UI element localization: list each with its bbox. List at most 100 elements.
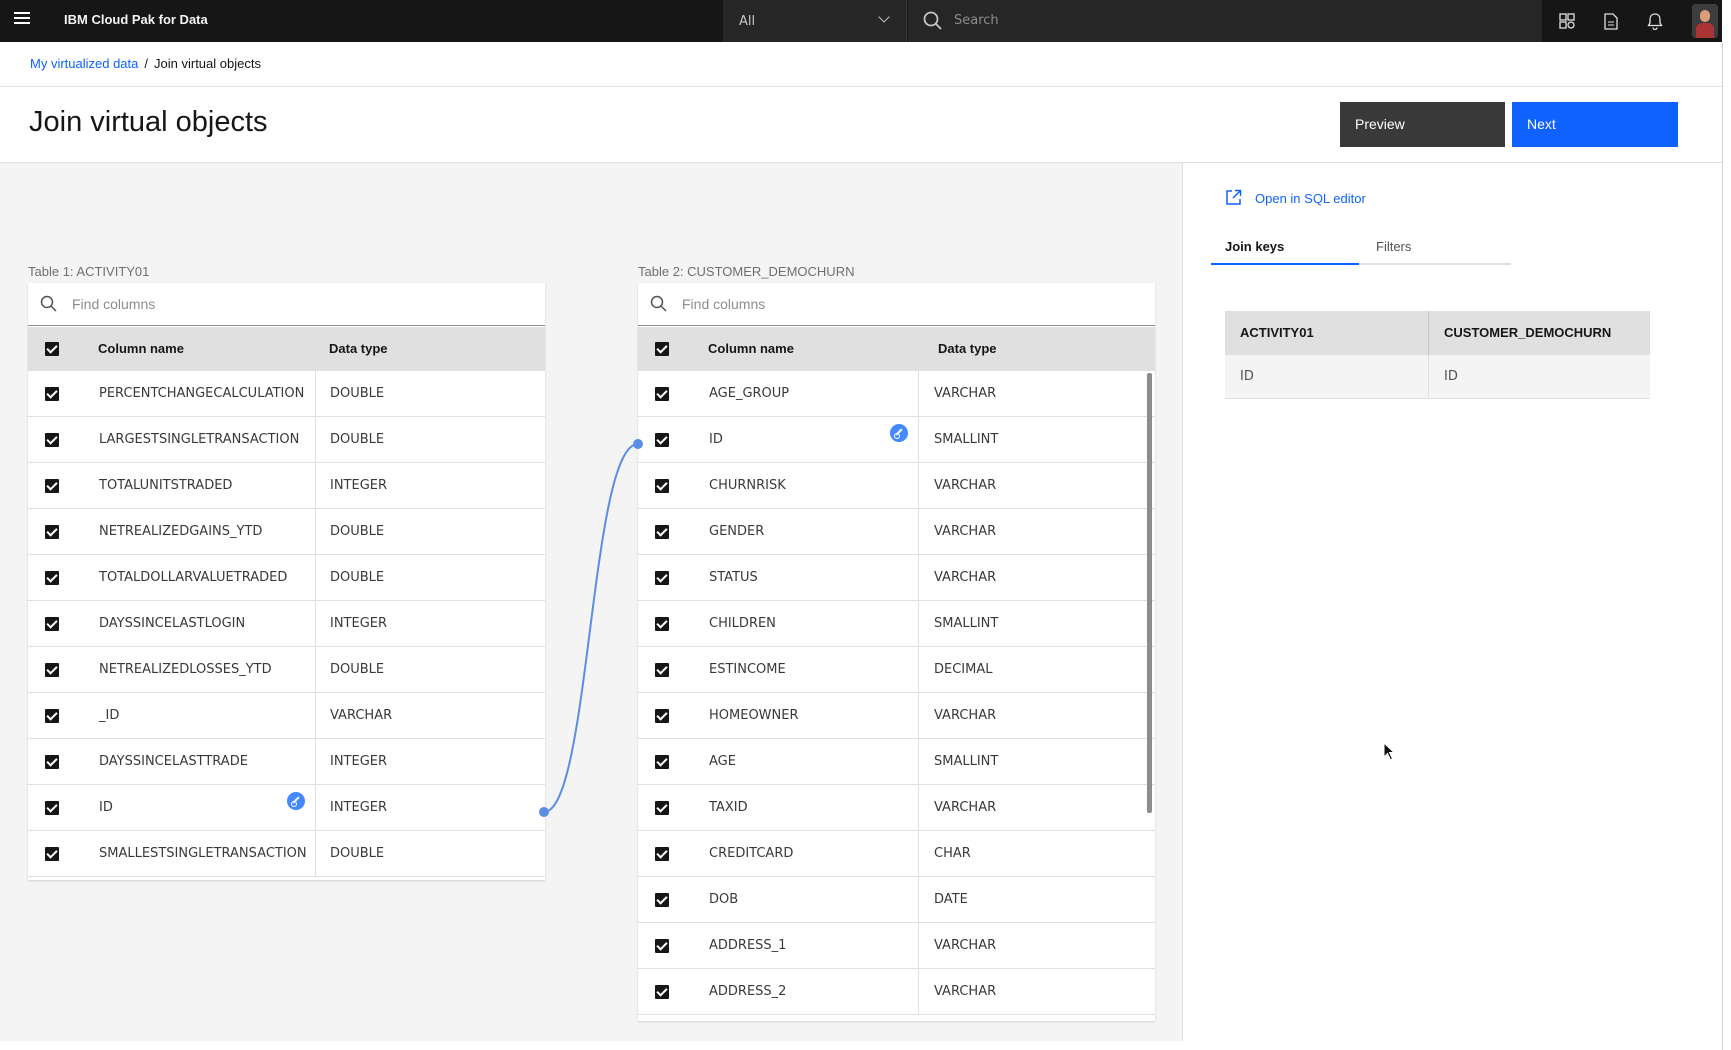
column-name-cell: LARGESTSINGLETRANSACTION: [99, 432, 300, 447]
table-row[interactable]: NETREALIZEDLOSSES_YTD DOUBLE: [28, 647, 545, 693]
table-row[interactable]: LARGESTSINGLETRANSACTION DOUBLE: [28, 417, 545, 463]
active-tab-indicator: [1211, 263, 1359, 265]
table-row[interactable]: ESTINCOME DECIMAL: [638, 647, 1155, 693]
table-row[interactable]: DAYSSINCELASTTRADE INTEGER: [28, 739, 545, 785]
page-scrollbar[interactable]: [1722, 42, 1731, 1050]
catalog-icon[interactable]: [1545, 0, 1589, 42]
row-checkbox[interactable]: [45, 433, 59, 447]
table-row[interactable]: CHURNRISK VARCHAR: [638, 463, 1155, 509]
table-row[interactable]: DAYSSINCELASTLOGIN INTEGER: [28, 601, 545, 647]
row-checkbox[interactable]: [45, 617, 59, 631]
breadcrumb-current: Join virtual objects: [154, 56, 261, 71]
row-checkbox[interactable]: [655, 479, 669, 493]
breadcrumb: My virtualized data / Join virtual objects: [30, 56, 261, 71]
table2-select-all-checkbox[interactable]: [655, 342, 669, 356]
table-row[interactable]: TAXID VARCHAR: [638, 785, 1155, 831]
menu-icon[interactable]: [14, 12, 30, 28]
row-checkbox[interactable]: [45, 663, 59, 677]
table2-data-type-header[interactable]: Data type: [938, 341, 997, 356]
table2-scrollbar[interactable]: [1147, 373, 1152, 813]
tab-join-keys[interactable]: Join keys: [1225, 239, 1284, 254]
user-avatar[interactable]: [1692, 4, 1718, 38]
global-search-input[interactable]: Search: [908, 0, 1542, 42]
row-checkbox[interactable]: [45, 755, 59, 769]
row-checkbox[interactable]: [45, 525, 59, 539]
table2-column-name-header[interactable]: Column name: [708, 341, 794, 356]
column-name-cell: GENDER: [709, 524, 765, 539]
data-type-cell: VARCHAR: [934, 570, 997, 585]
row-checkbox[interactable]: [655, 801, 669, 815]
table2-find-columns-input[interactable]: Find columns: [638, 283, 1155, 326]
app-title[interactable]: IBM Cloud Pak for Data: [64, 12, 208, 27]
table-row[interactable]: GENDER VARCHAR: [638, 509, 1155, 555]
data-type-cell: DECIMAL: [934, 662, 993, 677]
row-checkbox[interactable]: [45, 847, 59, 861]
row-checkbox[interactable]: [655, 985, 669, 999]
row-checkbox[interactable]: [655, 663, 669, 677]
table-row[interactable]: ID INTEGER: [28, 785, 545, 831]
table-row[interactable]: NETREALIZEDGAINS_YTD DOUBLE: [28, 509, 545, 555]
column-name-cell: ADDRESS_1: [709, 938, 787, 953]
table-row[interactable]: PERCENTCHANGECALCULATION DOUBLE: [28, 371, 545, 417]
table-row[interactable]: ADDRESS_2 VARCHAR: [638, 969, 1155, 1015]
table-row[interactable]: TOTALDOLLARVALUETRADED DOUBLE: [28, 555, 545, 601]
row-checkbox[interactable]: [45, 709, 59, 723]
table-row[interactable]: SMALLESTSINGLETRANSACTION DOUBLE: [28, 831, 545, 877]
row-checkbox[interactable]: [655, 847, 669, 861]
data-type-cell: VARCHAR: [934, 524, 997, 539]
key-icon[interactable]: [890, 424, 908, 442]
open-sql-editor-label: Open in SQL editor: [1255, 191, 1366, 206]
table1-data-type-header[interactable]: Data type: [329, 341, 388, 356]
data-type-cell: DOUBLE: [330, 432, 385, 447]
data-type-cell: INTEGER: [330, 754, 388, 769]
table-row[interactable]: AGE SMALLINT: [638, 739, 1155, 785]
tab-filters[interactable]: Filters: [1376, 239, 1411, 254]
table-row[interactable]: HOMEOWNER VARCHAR: [638, 693, 1155, 739]
data-type-cell: DOUBLE: [330, 846, 385, 861]
table-row[interactable]: AGE_GROUP VARCHAR: [638, 371, 1155, 417]
row-checkbox[interactable]: [655, 893, 669, 907]
table1-find-columns-input[interactable]: Find columns: [28, 283, 545, 326]
breadcrumb-link-virtualized-data[interactable]: My virtualized data: [30, 56, 138, 71]
row-checkbox[interactable]: [655, 387, 669, 401]
preview-button[interactable]: Preview: [1340, 102, 1505, 147]
table-row[interactable]: ADDRESS_1 VARCHAR: [638, 923, 1155, 969]
table1-column-name-header[interactable]: Column name: [98, 341, 184, 356]
next-button[interactable]: Next: [1512, 102, 1678, 147]
column-name-cell: ESTINCOME: [709, 662, 786, 677]
row-checkbox[interactable]: [655, 525, 669, 539]
row-checkbox[interactable]: [45, 387, 59, 401]
row-checkbox[interactable]: [655, 709, 669, 723]
key-icon[interactable]: [287, 792, 305, 810]
table-row[interactable]: DOB DATE: [638, 877, 1155, 923]
table-row[interactable]: CREDITCARD CHAR: [638, 831, 1155, 877]
column-name-cell: TOTALDOLLARVALUETRADED: [99, 570, 288, 585]
document-icon[interactable]: [1589, 0, 1633, 42]
column-name-cell: DOB: [709, 892, 739, 907]
scope-select[interactable]: All: [723, 0, 907, 42]
row-checkbox[interactable]: [655, 617, 669, 631]
table-row[interactable]: ID SMALLINT: [638, 417, 1155, 463]
row-checkbox[interactable]: [655, 433, 669, 447]
row-checkbox[interactable]: [655, 571, 669, 585]
column-name-cell: ID: [709, 432, 723, 447]
search-icon: [650, 295, 667, 312]
join-keys-row[interactable]: ID ID: [1225, 355, 1650, 399]
row-checkbox[interactable]: [45, 801, 59, 815]
row-checkbox[interactable]: [655, 755, 669, 769]
table-row[interactable]: TOTALUNITSTRADED INTEGER: [28, 463, 545, 509]
table-row[interactable]: _ID VARCHAR: [28, 693, 545, 739]
scope-select-value: All: [739, 14, 756, 29]
table-row[interactable]: STATUS VARCHAR: [638, 555, 1155, 601]
notification-icon[interactable]: [1633, 0, 1677, 42]
column-name-cell: ID: [99, 800, 113, 815]
page-title: Join virtual objects: [29, 106, 268, 138]
open-sql-editor-link[interactable]: Open in SQL editor: [1225, 189, 1366, 206]
row-checkbox[interactable]: [45, 479, 59, 493]
row-checkbox[interactable]: [45, 571, 59, 585]
table1-select-all-checkbox[interactable]: [45, 342, 59, 356]
column-name-cell: SMALLESTSINGLETRANSACTION: [99, 846, 307, 861]
data-type-cell: DOUBLE: [330, 524, 385, 539]
row-checkbox[interactable]: [655, 939, 669, 953]
table-row[interactable]: CHILDREN SMALLINT: [638, 601, 1155, 647]
